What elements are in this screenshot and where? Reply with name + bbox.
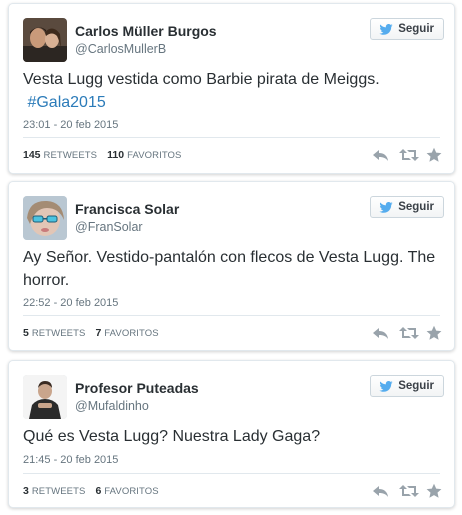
twitter-bird-icon — [379, 23, 393, 35]
favorite-count: 6 — [95, 485, 102, 497]
retweet-count: 3 — [23, 485, 29, 497]
reply-icon[interactable] — [372, 483, 390, 499]
follow-button[interactable]: Seguir — [370, 18, 444, 40]
twitter-bird-icon — [379, 380, 393, 392]
divider — [23, 315, 440, 316]
retweet-count: 145 — [23, 149, 41, 161]
divider — [23, 473, 440, 474]
hashtag-link[interactable]: #Gala2015 — [27, 94, 105, 111]
tweet-actions — [372, 483, 444, 499]
retweet-icon[interactable] — [399, 483, 419, 499]
favorite-count: 110 — [107, 149, 125, 161]
follow-label: Seguir — [398, 201, 434, 213]
favorites-label: FAVORITOS — [127, 150, 182, 161]
tweet-text: Ay Señor. Vestido-pantalón con flecos de… — [23, 249, 436, 289]
avatar[interactable] — [23, 18, 67, 62]
retweet-icon[interactable] — [399, 325, 419, 341]
favorites-label: FAVORITOS — [104, 486, 159, 497]
favorite-star-icon[interactable] — [426, 147, 444, 163]
retweets-label: RETWEETS — [31, 328, 86, 339]
retweets-label: RETWEETS — [43, 150, 98, 161]
author-name[interactable]: Profesor Puteadas — [75, 380, 199, 396]
favorite-count: 7 — [95, 327, 102, 339]
tweet-card: Profesor Puteadas @Mufaldinho Seguir Qué… — [8, 360, 455, 508]
retweets-stat[interactable]: 3 RETWEETS — [23, 485, 85, 497]
avatar[interactable] — [23, 196, 67, 240]
tweet-actions — [372, 147, 444, 163]
favorites-stat[interactable]: 7 FAVORITOS — [95, 327, 158, 339]
favorites-label: FAVORITOS — [104, 328, 159, 339]
follow-label: Seguir — [398, 23, 434, 35]
divider — [23, 137, 440, 138]
twitter-bird-icon — [379, 201, 393, 213]
tweet-card: Francisca Solar @FranSolar Seguir Ay Señ… — [8, 181, 455, 351]
favorite-star-icon[interactable] — [426, 325, 444, 341]
reply-icon[interactable] — [372, 147, 390, 163]
tweet-actions — [372, 325, 444, 341]
author-handle[interactable]: @Mufaldinho — [75, 399, 149, 413]
tweet-body: Vesta Lugg vestida como Barbie pirata de… — [23, 71, 380, 88]
follow-button[interactable]: Seguir — [370, 196, 444, 218]
reply-icon[interactable] — [372, 325, 390, 341]
follow-label: Seguir — [398, 380, 434, 392]
tweet-timestamp[interactable]: 23:01 - 20 feb 2015 — [23, 119, 118, 131]
tweet-text: Vesta Lugg vestida como Barbie pirata de… — [23, 68, 438, 114]
tweet-stats: 145 RETWEETS 110 FAVORITOS — [23, 149, 181, 161]
author-name[interactable]: Carlos Müller Burgos — [75, 23, 217, 39]
tweet-stats: 5 RETWEETS 7 FAVORITOS — [23, 327, 159, 339]
author-handle[interactable]: @CarlosMullerB — [75, 42, 166, 56]
retweets-stat[interactable]: 5 RETWEETS — [23, 327, 85, 339]
author-handle[interactable]: @FranSolar — [75, 220, 143, 234]
tweet-card: Carlos Müller Burgos @CarlosMullerB Segu… — [8, 3, 455, 174]
retweets-label: RETWEETS — [31, 486, 86, 497]
favorite-star-icon[interactable] — [426, 483, 444, 499]
tweet-timestamp[interactable]: 21:45 - 20 feb 2015 — [23, 454, 118, 466]
retweet-count: 5 — [23, 327, 29, 339]
author-name[interactable]: Francisca Solar — [75, 201, 179, 217]
avatar[interactable] — [23, 375, 67, 419]
favorites-stat[interactable]: 6 FAVORITOS — [95, 485, 158, 497]
retweet-icon[interactable] — [399, 147, 419, 163]
favorites-stat[interactable]: 110 FAVORITOS — [107, 149, 181, 161]
tweet-timestamp[interactable]: 22:52 - 20 feb 2015 — [23, 297, 118, 309]
follow-button[interactable]: Seguir — [370, 375, 444, 397]
retweets-stat[interactable]: 145 RETWEETS — [23, 149, 97, 161]
tweet-stats: 3 RETWEETS 6 FAVORITOS — [23, 485, 159, 497]
tweet-text: Qué es Vesta Lugg? Nuestra Lady Gaga? — [23, 428, 321, 445]
